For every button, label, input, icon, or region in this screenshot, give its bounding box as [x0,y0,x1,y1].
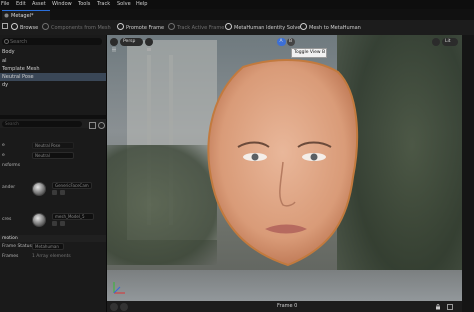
table-icon[interactable] [89,122,96,129]
timeline-button[interactable] [110,302,118,311]
background-foliage [107,145,217,265]
plus-icon [117,23,124,30]
mesh-icon [42,23,49,30]
tab-title: Metagel* [11,13,34,19]
find-icon[interactable] [60,190,65,195]
asset-thumbnail[interactable] [32,213,46,227]
menu-help[interactable]: Help [136,1,147,7]
menu-button[interactable] [110,38,118,52]
asset-picker-dropdown[interactable]: GenericFaceCam [52,182,92,189]
details-search-input[interactable]: Search [2,121,82,127]
menu-track[interactable]: Track [97,1,110,7]
metahuman-icon [4,13,9,18]
lit-dropdown[interactable]: Lit [442,38,458,46]
frame-readout: Frame 0 [277,303,298,309]
section-header[interactable]: motion [0,235,106,242]
viewport-footer: Frame 0 [107,301,462,312]
tree-item[interactable]: Body [0,48,106,56]
asset-thumbnail[interactable] [32,182,46,196]
menu-asset[interactable]: Asset [32,1,46,7]
timeline-button[interactable] [120,302,128,311]
toolbar: Browse Components from Mesh Promote Fram… [0,20,474,36]
tab-bar: Metagel* [0,9,474,21]
menu-edit[interactable]: Edit [16,1,26,7]
menu-solve[interactable]: Solve [117,1,131,7]
identity-solve-button[interactable]: MetaHuman Identity Solve [225,23,300,32]
find-icon[interactable] [60,221,65,226]
mesh-picker-dropdown[interactable]: mesh_Model_5 [52,213,94,220]
name-field[interactable]: Neutral Pose [32,142,74,149]
pose-type-dropdown[interactable]: Neutral [32,152,74,159]
tree-item-selected[interactable]: Neutral Pose [0,73,106,81]
frame-status-dropdown[interactable]: Metahuman [32,243,64,250]
toggle-view-b-button[interactable]: B [287,38,295,46]
lock-icon[interactable] [435,304,441,310]
solve-icon [225,23,232,30]
perspective-dropdown[interactable]: Persp [120,38,143,46]
camera-options-button[interactable] [145,38,153,51]
save-icon [2,23,8,29]
outliner-search-input[interactable]: Search [2,38,102,45]
folder-icon [11,23,18,30]
menu-file[interactable]: File [1,1,9,7]
menu-bar: File Edit Asset Window Tools Track Solve… [0,0,474,9]
browse-button[interactable]: Browse [11,23,38,32]
tooltip: Toggle View B [291,48,327,58]
browse-arrow-icon[interactable] [52,221,57,226]
tree-item[interactable]: Template Mesh [0,65,106,73]
viewport[interactable]: Persp A B Toggle View B Lit Frame 0 [107,35,462,312]
face-mesh [207,59,359,267]
mesh-to-metahuman-button[interactable]: Mesh to MetaHuman [300,23,361,32]
grid-icon[interactable] [447,304,453,310]
hamburger-icon [112,47,116,52]
metahuman-icon [300,23,307,30]
save-icon-button[interactable] [2,23,8,32]
right-toolstrip [462,35,474,312]
track-active-frame-button[interactable]: Track Active Frame [168,23,224,32]
toggle-view-a-button[interactable]: A [277,38,286,46]
view-mode-icon-button[interactable] [432,38,440,46]
browse-arrow-icon[interactable] [52,190,57,195]
promote-frame-button[interactable]: Promote Frame [117,23,164,32]
menu-tools[interactable]: Tools [78,1,90,7]
tree-item[interactable]: al [0,57,106,65]
tree-item[interactable]: dy [0,81,106,89]
search-icon [4,39,9,44]
left-panel: Search Body al Template Mesh Neutral Pos… [0,35,107,312]
menu-window[interactable]: Window [52,1,72,7]
components-from-mesh-button[interactable]: Components from Mesh [42,23,111,32]
settings-icon[interactable] [98,122,105,129]
axis-gizmo-icon [113,282,125,294]
track-icon [168,23,175,30]
camera-icon [147,48,151,51]
